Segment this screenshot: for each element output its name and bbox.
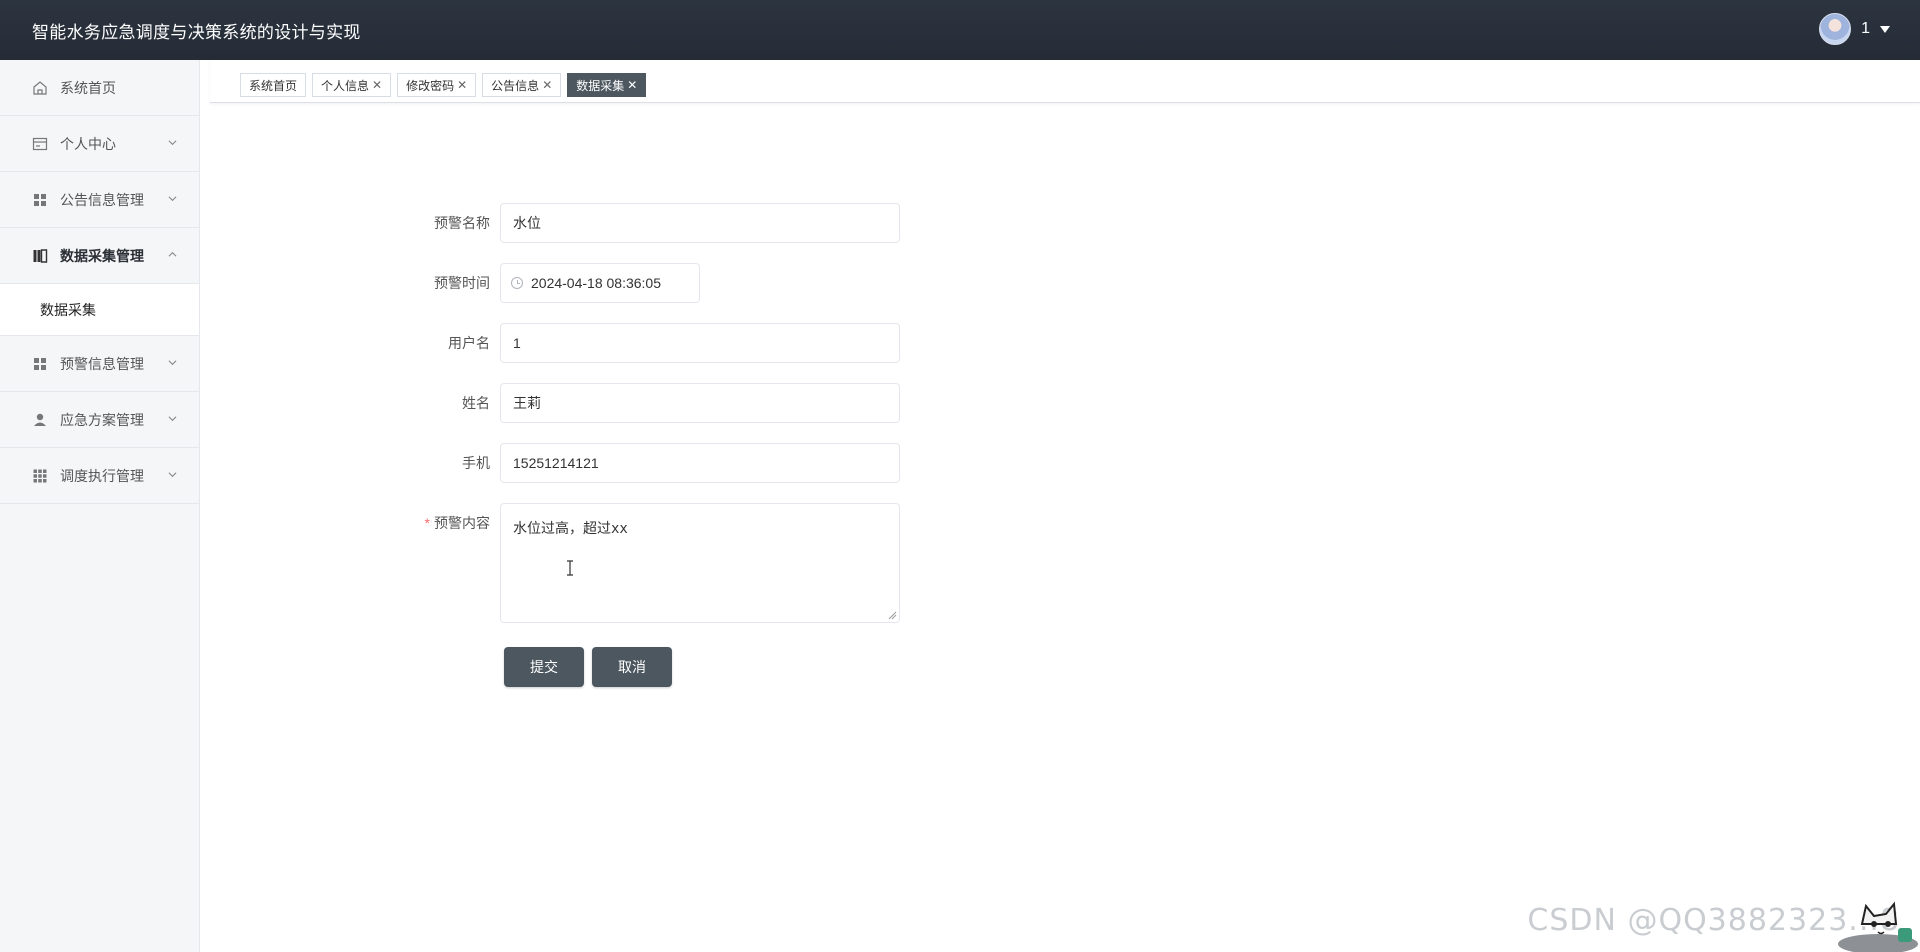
tab-label: 个人信息 [321,78,370,93]
sidebar: 系统首页 个人中心 公告信息管理 数据采集管理 数据采集 预警信息管理 应急方案… [0,60,200,952]
card-icon [31,135,49,153]
tab-notice-info[interactable]: 公告信息 ✕ [482,73,562,97]
sidebar-item-data-collection-management[interactable]: 数据采集管理 [0,228,199,284]
tab-label: 数据采集 [576,78,625,93]
mascot-cat-icon [1838,901,1918,952]
sidebar-item-label: 调度执行管理 [60,467,144,484]
avatar[interactable] [1819,13,1852,45]
warning-time-label: 预警时间 [434,275,490,291]
sidebar-item-label: 公告信息管理 [60,191,144,208]
sidebar-item-label: 系统首页 [60,79,116,96]
chevron-down-icon [168,196,177,202]
tab-label: 系统首页 [249,78,298,93]
close-icon[interactable]: ✕ [627,78,637,92]
user-menu[interactable]: 1 [1819,13,1890,45]
warning-content-value: 水位过高，超过xx [513,521,628,537]
submit-button[interactable]: 提交 [504,647,584,687]
user-icon [31,411,49,429]
text-cursor-icon [567,560,573,576]
app-title: 智能水务应急调度与决策系统的设计与实现 [32,22,361,42]
warning-content-textarea[interactable]: 水位过高，超过xx [500,503,900,623]
sidebar-item-label: 数据采集管理 [60,247,144,264]
phone-input[interactable]: 15251214121 [500,443,900,483]
warning-content-label-text: 预警内容 [434,515,490,531]
close-icon[interactable]: ✕ [457,78,467,92]
sidebar-subitem-data-collection[interactable]: 数据采集 [0,284,199,336]
sidebar-item-warning-management[interactable]: 预警信息管理 [0,336,199,392]
sidebar-item-dispatch-execution-management[interactable]: 调度执行管理 [0,448,199,504]
warning-name-label: 预警名称 [434,215,490,231]
sidebar-item-notice-management[interactable]: 公告信息管理 [0,172,199,228]
close-icon[interactable]: ✕ [542,78,552,92]
chevron-down-icon [168,140,177,146]
chevron-up-icon [168,251,177,257]
name-label: 姓名 [462,395,490,411]
tab-personal-info[interactable]: 个人信息 ✕ [312,73,392,97]
book-icon [31,247,49,265]
top-header: 智能水务应急调度与决策系统的设计与实现 1 [0,0,1920,60]
name-input[interactable]: 王莉 [500,383,900,423]
chevron-down-icon [168,472,177,478]
grid-icon [31,355,49,373]
sidebar-item-label: 预警信息管理 [60,355,144,372]
warning-content-label: * 预警内容 [210,513,490,533]
sidebar-item-emergency-plan-management[interactable]: 应急方案管理 [0,392,199,448]
sidebar-item-personal-center[interactable]: 个人中心 [0,116,199,172]
tab-bar: 系统首页 个人信息 ✕ 修改密码 ✕ 公告信息 ✕ 数据采集 ✕ [210,60,1920,103]
resize-handle-icon[interactable] [888,611,897,620]
tab-label: 公告信息 [491,78,540,93]
clock-icon [511,277,523,289]
tab-label: 修改密码 [406,78,455,93]
tab-change-password[interactable]: 修改密码 ✕ [397,73,477,97]
phone-label: 手机 [462,455,490,471]
tab-home[interactable]: 系统首页 [240,73,307,97]
close-icon[interactable]: ✕ [372,78,382,92]
caret-down-icon[interactable] [1880,25,1890,33]
sidebar-item-label: 个人中心 [60,135,116,152]
home-icon [31,79,49,97]
user-name[interactable]: 1 [1861,20,1870,38]
sidebar-item-label: 应急方案管理 [60,411,144,428]
username-label: 用户名 [448,335,490,351]
required-mark: * [424,515,430,531]
grid9-icon [31,467,49,485]
warning-time-value: 2024-04-18 08:36:05 [531,275,661,291]
sidebar-item-home[interactable]: 系统首页 [0,60,199,116]
chevron-down-icon [168,416,177,422]
chevron-down-icon [168,360,177,366]
grid-icon [31,191,49,209]
username-input[interactable]: 1 [500,323,900,363]
tab-data-collection[interactable]: 数据采集 ✕ [567,73,647,97]
warning-name-input[interactable]: 水位 [500,203,900,243]
cancel-button[interactable]: 取消 [592,647,672,687]
warning-time-picker[interactable]: 2024-04-18 08:36:05 [500,263,700,303]
